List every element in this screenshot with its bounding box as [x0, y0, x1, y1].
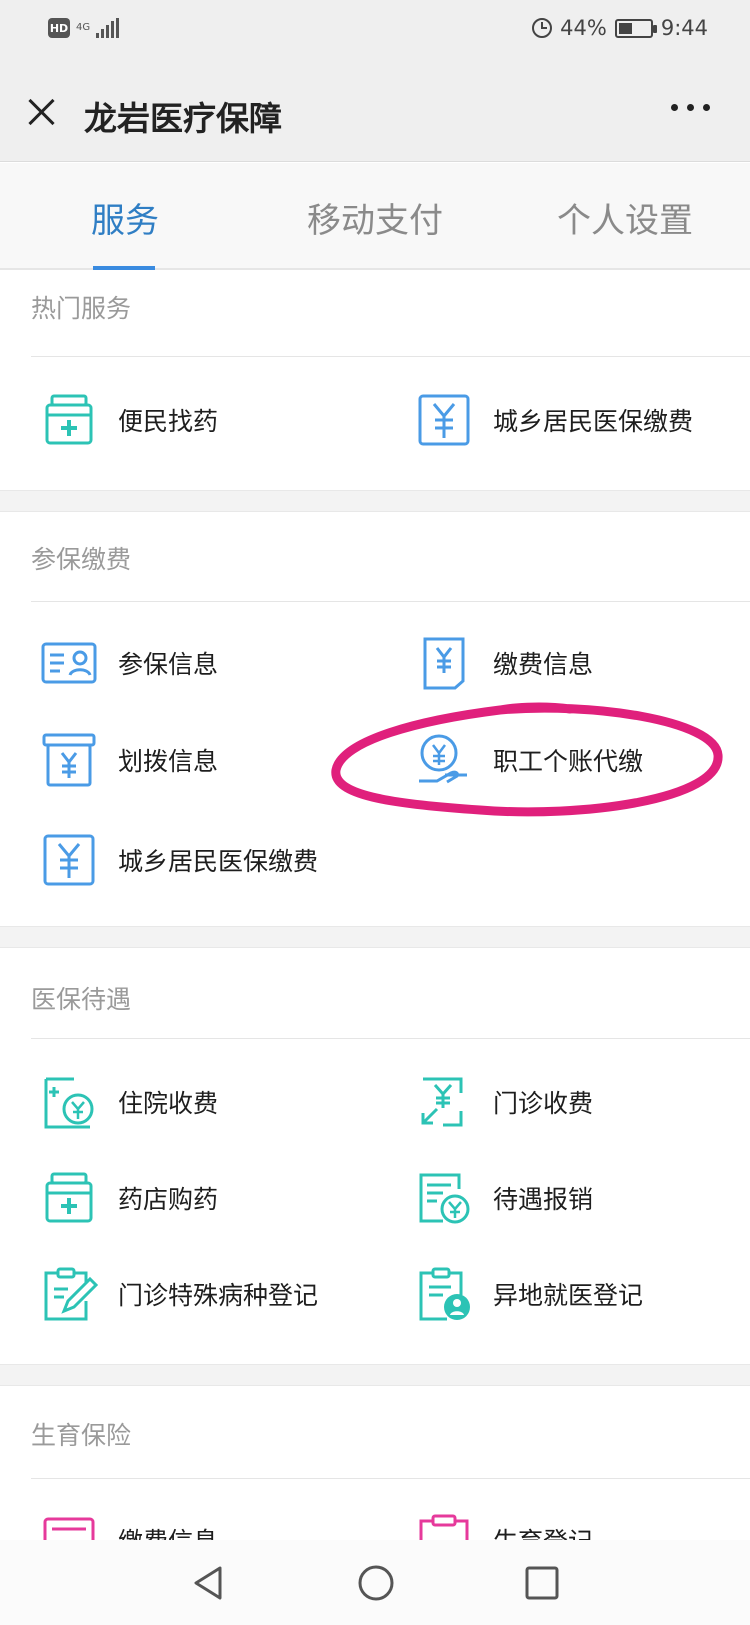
page-title: 龙岩医疗保障 — [84, 99, 282, 138]
item-label: 便民找药 — [118, 407, 219, 436]
battery-icon — [614, 18, 657, 38]
service-item-transfer-info[interactable]: 划拨信息 — [40, 725, 218, 795]
item-label: 划拨信息 — [118, 747, 219, 776]
service-item-find-medicine[interactable]: 便民找药 — [40, 385, 218, 455]
recent-apps-icon[interactable] — [521, 1562, 563, 1604]
outpatient-fee-icon — [421, 1077, 463, 1127]
back-icon[interactable] — [188, 1562, 230, 1604]
hd-badge: HD — [48, 18, 70, 38]
section-title: 医保待遇 — [31, 985, 132, 1014]
item-label: 城乡居民医保缴费 — [493, 407, 694, 436]
service-item-offsite-medical-registration[interactable]: 异地就医登记 — [415, 1259, 643, 1329]
alarm-icon — [532, 18, 553, 38]
item-label: 职工个账代缴 — [493, 747, 644, 776]
service-item-resident-insurance-payment-2[interactable]: 城乡居民医保缴费 — [40, 825, 318, 895]
section-title: 参保缴费 — [31, 545, 132, 574]
service-item-hospital-fee[interactable]: 住院收费 — [40, 1067, 218, 1137]
yuan-receipt-icon — [423, 637, 465, 690]
section-hot-services: 热门服务 便民找药 城乡居民医保缴费 — [0, 272, 750, 490]
item-label: 药店购药 — [118, 1185, 219, 1214]
service-item-outpatient-fee[interactable]: 门诊收费 — [415, 1067, 593, 1137]
section-divider — [0, 926, 750, 948]
service-item-employee-account-payment[interactable]: 职工个账代缴 — [415, 725, 643, 795]
yuan-bill-icon — [43, 834, 95, 886]
status-right: 44% 9:44 — [532, 16, 708, 40]
yuan-box-icon — [42, 733, 96, 787]
pink-clipboard-icon — [419, 1514, 469, 1540]
item-label: 异地就医登记 — [493, 1281, 644, 1310]
section-divider — [0, 1364, 750, 1386]
system-nav-bar — [0, 1540, 750, 1625]
status-left: HD 4G — [48, 18, 120, 38]
more-menu-icon[interactable] — [671, 104, 710, 111]
clipboard-person-icon — [419, 1267, 470, 1321]
battery-percent: 44% — [560, 16, 607, 40]
yuan-bill-icon — [418, 394, 470, 446]
tab-services[interactable]: 服务 — [0, 163, 250, 270]
tab-bar: 服务 移动支付 个人设置 — [0, 163, 750, 270]
top-bar: 龙岩医疗保障 — [0, 62, 750, 162]
service-item-pharmacy-purchase[interactable]: 药店购药 — [40, 1163, 218, 1233]
clipboard-pen-icon — [44, 1267, 98, 1321]
section-divider — [0, 490, 750, 512]
tab-mobile-payment[interactable]: 移动支付 — [250, 163, 500, 268]
hand-coin-icon — [419, 734, 467, 784]
section-insurance-payment: 参保缴费 参保信息 缴费信息 划拨信息 职工个账代缴 城乡居民医保缴费 — [0, 512, 750, 926]
item-label: 待遇报销 — [493, 1185, 594, 1214]
item-label: 城乡居民医保缴费 — [118, 847, 319, 876]
service-item-benefit-reimbursement[interactable]: 待遇报销 — [415, 1163, 593, 1233]
id-card-icon — [41, 642, 97, 684]
service-item-maternity-registration[interactable]: 生育登记 — [415, 1505, 593, 1540]
item-label: 缴费信息 — [493, 650, 594, 679]
service-item-maternity-payment-info[interactable]: 缴费信息 — [40, 1505, 218, 1540]
reimburse-icon — [419, 1173, 470, 1224]
clock: 9:44 — [660, 16, 708, 40]
item-label: 门诊特殊病种登记 — [118, 1281, 319, 1310]
status-bar: HD 4G 44% 9:44 — [0, 0, 750, 62]
item-label: 门诊收费 — [493, 1089, 594, 1118]
pink-card-icon — [43, 1517, 95, 1540]
service-item-resident-insurance-payment[interactable]: 城乡居民医保缴费 — [415, 385, 693, 455]
item-label: 住院收费 — [118, 1089, 219, 1118]
section-title: 生育保险 — [31, 1421, 132, 1450]
signal-icon — [96, 18, 120, 38]
hospital-fee-icon — [44, 1077, 94, 1129]
medicine-box-icon — [45, 1172, 93, 1223]
tab-personal-settings[interactable]: 个人设置 — [500, 163, 750, 268]
section-maternity: 生育保险 缴费信息 生育登记 — [0, 1386, 750, 1540]
section-benefits: 医保待遇 住院收费 门诊收费 药店购药 待遇报销 门诊特殊病种登记 异地就医登记 — [0, 948, 750, 1364]
service-item-special-disease-registration[interactable]: 门诊特殊病种登记 — [40, 1259, 318, 1329]
section-title: 热门服务 — [31, 294, 132, 323]
item-label: 生育登记 — [493, 1522, 593, 1540]
network-type: 4G — [76, 22, 91, 33]
medicine-box-icon — [45, 394, 93, 445]
item-label: 参保信息 — [118, 650, 219, 679]
service-item-insurance-info[interactable]: 参保信息 — [40, 628, 218, 698]
service-item-payment-info[interactable]: 缴费信息 — [415, 628, 593, 698]
home-icon[interactable] — [355, 1562, 397, 1604]
close-icon[interactable] — [22, 92, 62, 132]
item-label: 缴费信息 — [118, 1522, 218, 1540]
